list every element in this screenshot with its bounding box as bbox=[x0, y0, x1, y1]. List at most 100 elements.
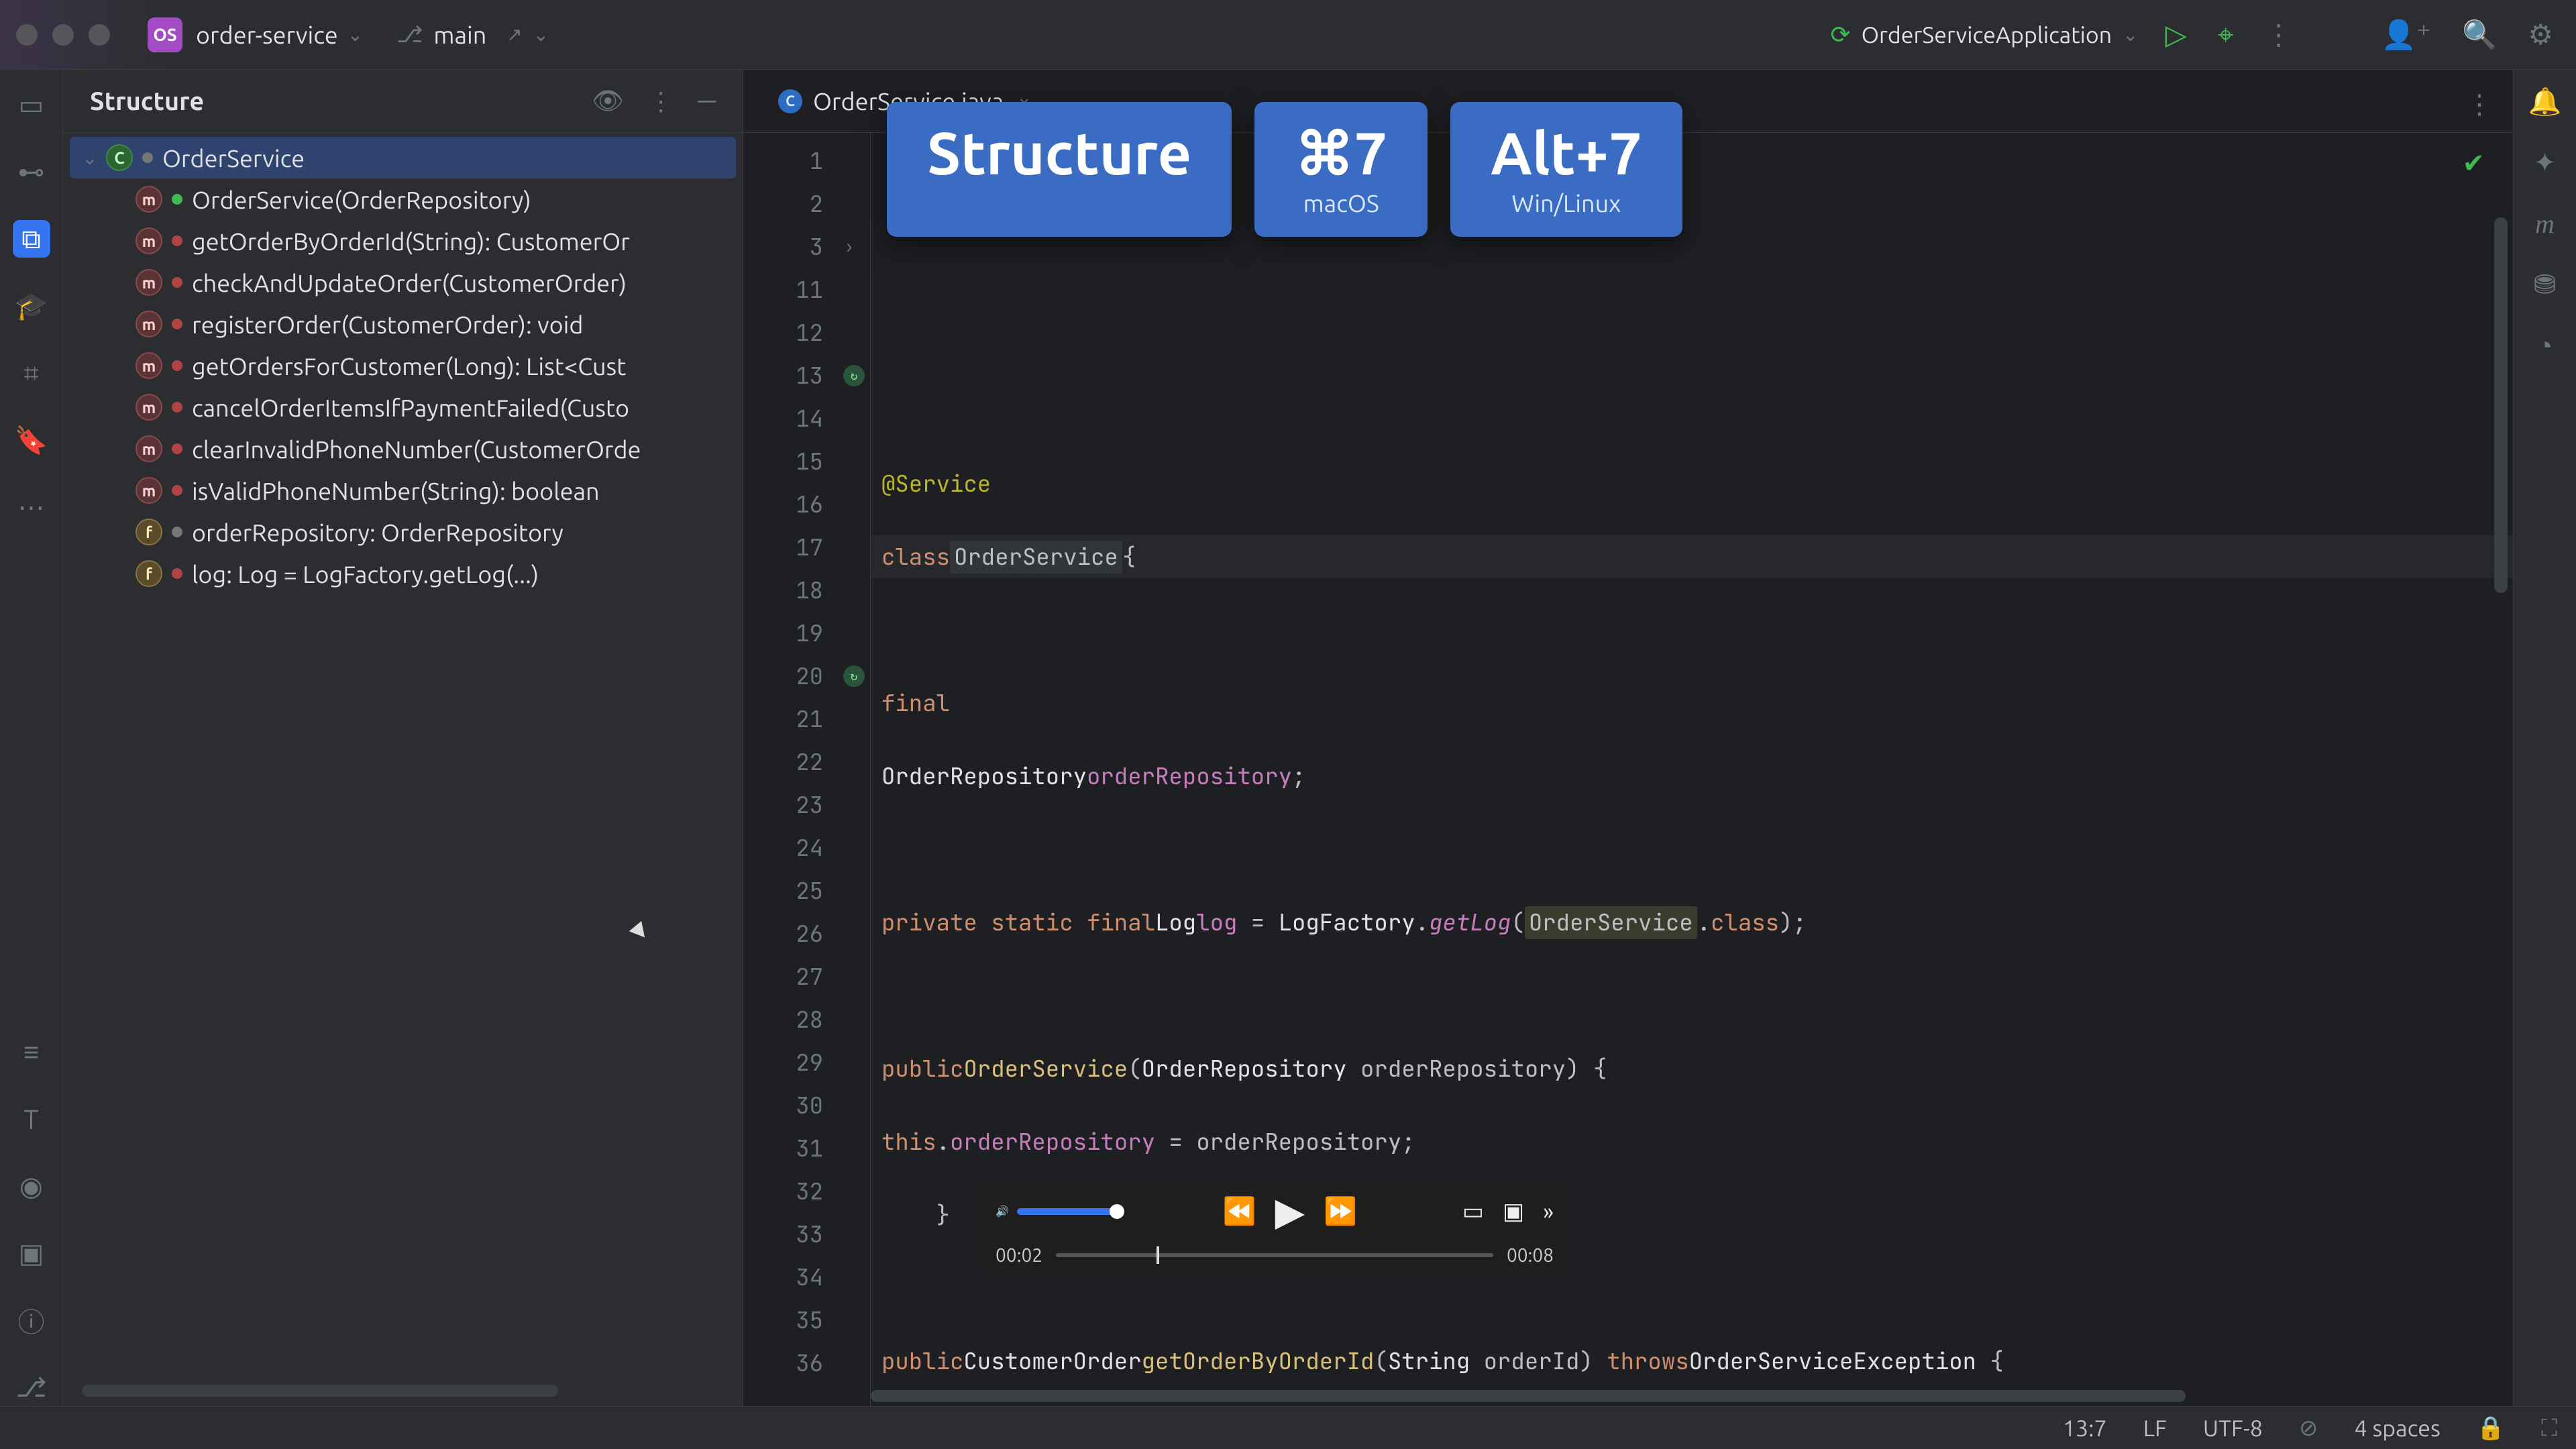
gitlab-tool-icon[interactable]: ⌗ bbox=[13, 354, 50, 392]
gutter-line[interactable]: 17 bbox=[743, 526, 870, 569]
minimize-window-icon[interactable] bbox=[52, 24, 74, 46]
gutter-line[interactable]: 26 bbox=[743, 912, 870, 955]
rewind-icon[interactable]: ⏪ bbox=[1223, 1195, 1256, 1227]
maven-tool-icon[interactable]: m bbox=[2535, 208, 2555, 239]
gutter-run-icon[interactable]: ↻ bbox=[843, 365, 865, 386]
database-tool-icon[interactable]: ⛃ bbox=[2534, 269, 2557, 301]
project-chevron-icon[interactable]: ⌄ bbox=[347, 23, 363, 46]
more-video-icon[interactable]: » bbox=[1543, 1199, 1554, 1224]
gutter-line[interactable]: 13↻ bbox=[743, 354, 870, 397]
editor-horizontal-scrollbar[interactable] bbox=[871, 1389, 2500, 1403]
panel-minimize-icon[interactable]: ─ bbox=[698, 87, 716, 116]
commit-tool-icon[interactable]: ⊷ bbox=[13, 153, 50, 191]
tree-member[interactable]: mcheckAndUpdateOrder(CustomerOrder) bbox=[63, 262, 743, 303]
tree-member[interactable]: misValidPhoneNumber(String): boolean bbox=[63, 470, 743, 511]
status-line-ending[interactable]: LF bbox=[2143, 1415, 2167, 1441]
gutter-line[interactable]: 30 bbox=[743, 1084, 870, 1127]
gutter-line[interactable]: 18 bbox=[743, 569, 870, 612]
typography-tool-icon[interactable]: T bbox=[13, 1100, 50, 1138]
editor-gutter[interactable]: 123›111213↻14151617181920↻21222324252627… bbox=[743, 133, 871, 1406]
gutter-line[interactable]: 22 bbox=[743, 741, 870, 784]
gutter-line[interactable]: 14 bbox=[743, 397, 870, 440]
debug-icon[interactable]: ⌖ bbox=[2218, 18, 2234, 52]
gutter-line[interactable]: 1 bbox=[743, 140, 870, 182]
bookmarks-tool-icon[interactable]: 🔖 bbox=[13, 421, 50, 459]
volume-slider[interactable] bbox=[1017, 1208, 1118, 1215]
more-tools-icon[interactable]: ⋯ bbox=[13, 488, 50, 526]
tree-member[interactable]: flog: Log = LogFactory.getLog(...) bbox=[63, 553, 743, 594]
structure-tree[interactable]: ⌄ C OrderService mOrderService(OrderRepo… bbox=[63, 133, 743, 598]
structure-tool-icon[interactable]: ⧉ bbox=[13, 220, 50, 258]
gutter-line[interactable]: 25 bbox=[743, 869, 870, 912]
tree-member[interactable]: mgetOrdersForCustomer(Long): List<Cust bbox=[63, 345, 743, 386]
tree-member[interactable]: mOrderService(OrderRepository) bbox=[63, 178, 743, 220]
speaker-icon[interactable]: 🔊 bbox=[996, 1205, 1009, 1218]
run-icon[interactable]: ▷ bbox=[2165, 18, 2187, 51]
problems-tool-icon[interactable]: ⓘ bbox=[13, 1301, 50, 1339]
tree-member[interactable]: mclearInvalidPhoneNumber(CustomerOrde bbox=[63, 428, 743, 470]
vcs-branch[interactable]: ⎇ main ↗ ⌄ bbox=[396, 21, 549, 48]
gutter-line[interactable]: 21 bbox=[743, 698, 870, 741]
search-icon[interactable]: 🔍 bbox=[2462, 18, 2497, 52]
gutter-line[interactable]: 28 bbox=[743, 998, 870, 1041]
close-window-icon[interactable] bbox=[16, 24, 38, 46]
forward-icon[interactable]: ⏩ bbox=[1324, 1195, 1357, 1227]
project-badge[interactable]: OS bbox=[148, 17, 182, 52]
gutter-line[interactable]: 11 bbox=[743, 268, 870, 311]
tree-member[interactable]: mcancelOrderItemsIfPaymentFailed(Custo bbox=[63, 386, 743, 428]
tree-member[interactable]: mregisterOrder(CustomerOrder): void bbox=[63, 303, 743, 345]
gutter-line[interactable]: 2 bbox=[743, 182, 870, 225]
zoom-window-icon[interactable] bbox=[89, 24, 110, 46]
airplay-icon[interactable]: ▭ bbox=[1462, 1198, 1484, 1225]
tree-member[interactable]: forderRepository: OrderRepository bbox=[63, 511, 743, 553]
eye-icon[interactable]: 👁 bbox=[592, 87, 624, 116]
gutter-line[interactable]: 31 bbox=[743, 1127, 870, 1170]
collapse-icon[interactable]: ⌄ bbox=[82, 147, 106, 169]
gutter-run-icon[interactable]: ↻ bbox=[843, 665, 865, 687]
project-name[interactable]: order-service bbox=[196, 21, 338, 48]
status-encoding[interactable]: UTF-8 bbox=[2203, 1415, 2263, 1441]
gutter-line[interactable]: 23 bbox=[743, 784, 870, 826]
tree-root-class[interactable]: ⌄ C OrderService bbox=[70, 137, 736, 178]
gutter-line[interactable]: 34 bbox=[743, 1256, 870, 1299]
gutter-line[interactable]: 33 bbox=[743, 1213, 870, 1256]
gutter-line[interactable]: 19 bbox=[743, 612, 870, 655]
gutter-line[interactable]: 36 bbox=[743, 1342, 870, 1385]
pip-icon[interactable]: ▣ bbox=[1503, 1198, 1524, 1225]
lock-icon[interactable]: 🔒 bbox=[2477, 1415, 2505, 1442]
gutter-line[interactable]: 29 bbox=[743, 1041, 870, 1084]
gutter-line[interactable]: 16 bbox=[743, 483, 870, 526]
gutter-line[interactable]: 32 bbox=[743, 1170, 870, 1213]
settings-icon[interactable]: ⚙ bbox=[2528, 18, 2553, 51]
editor-vertical-scrollbar[interactable] bbox=[2491, 207, 2510, 1344]
status-caret-pos[interactable]: 13:7 bbox=[2063, 1415, 2107, 1441]
gutter-line[interactable]: 20↻ bbox=[743, 655, 870, 698]
tree-member[interactable]: mgetOrderByOrderId(String): CustomerOr bbox=[63, 220, 743, 262]
panel-options-icon[interactable]: ⋮ bbox=[648, 87, 674, 116]
run-configuration[interactable]: ⟳ OrderServiceApplication ⌄ bbox=[1830, 20, 2138, 49]
terminal-tool-icon[interactable]: ▣ bbox=[13, 1234, 50, 1272]
readonly-toggle-icon[interactable]: ⊘ bbox=[2299, 1415, 2318, 1442]
vcs-tool-icon[interactable]: ⎇ bbox=[13, 1368, 50, 1406]
project-tool-icon[interactable]: ▭ bbox=[13, 86, 50, 123]
inspection-ok-icon[interactable]: ✔ bbox=[2462, 148, 2485, 179]
fold-icon[interactable]: › bbox=[845, 237, 854, 258]
notifications-icon[interactable]: 🔔 bbox=[2528, 86, 2562, 117]
fullscreen-icon[interactable]: ⛶ bbox=[2541, 1415, 2557, 1442]
video-timeline[interactable] bbox=[1056, 1253, 1493, 1257]
status-indent[interactable]: 4 spaces bbox=[2355, 1415, 2440, 1441]
gutter-line[interactable]: 3› bbox=[743, 225, 870, 268]
gutter-line[interactable]: 12 bbox=[743, 311, 870, 354]
more-actions-icon[interactable]: ⋮ bbox=[2265, 18, 2293, 51]
editor-tabs-more-icon[interactable]: ⋮ bbox=[2466, 89, 2493, 120]
gutter-line[interactable]: 15 bbox=[743, 440, 870, 483]
gutter-line[interactable]: 35 bbox=[743, 1299, 870, 1342]
collaborators-icon[interactable]: 👤⁺ bbox=[2381, 18, 2431, 52]
coverage-tool-icon[interactable]: ◔ bbox=[2536, 330, 2553, 362]
gutter-line[interactable]: 24 bbox=[743, 826, 870, 869]
structure-scrollbar[interactable] bbox=[82, 1385, 558, 1397]
play-icon[interactable]: ▶ bbox=[1275, 1189, 1305, 1234]
layers-tool-icon[interactable]: ≡ bbox=[13, 1033, 50, 1071]
services-tool-icon[interactable]: ◉ bbox=[13, 1167, 50, 1205]
learn-tool-icon[interactable]: 🎓 bbox=[13, 287, 50, 325]
